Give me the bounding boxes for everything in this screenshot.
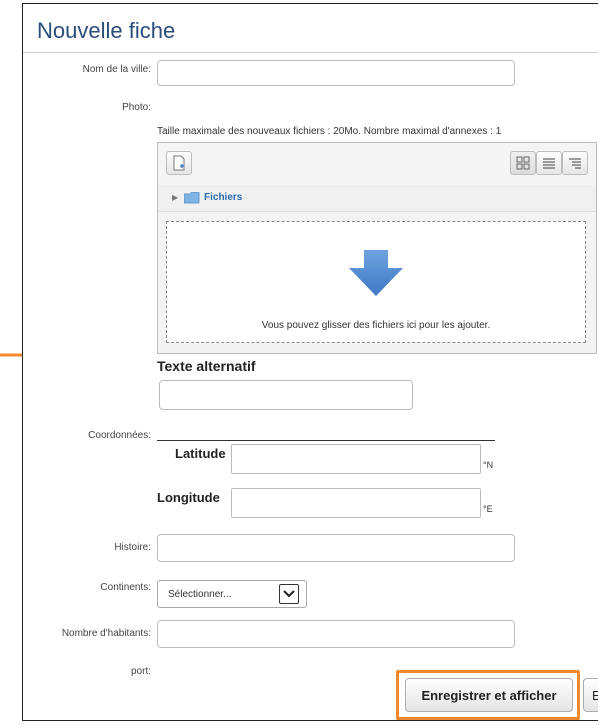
latitude-unit: °N (483, 460, 494, 470)
tree-view-icon (569, 158, 581, 169)
port-label: port: (130, 666, 151, 677)
dropzone-text: Vous pouvez glisser des fichiers ici pou… (261, 320, 491, 331)
continents-selected-value: Sélectionner... (168, 589, 232, 600)
down-arrow-icon (349, 250, 403, 296)
longitude-input[interactable] (231, 488, 481, 518)
chevron-down-icon[interactable] (279, 584, 299, 604)
latitude-label: Latitude (175, 446, 226, 461)
add-file-button[interactable] (166, 151, 192, 175)
coordinates-divider (157, 440, 495, 441)
longitude-unit: °E (483, 504, 493, 514)
coordinates-label: Coordonnées: (88, 430, 151, 441)
photo-upload-info: Taille maximale des nouveaux fichiers : … (157, 126, 502, 137)
folder-label[interactable]: Fichiers (204, 192, 242, 203)
file-picker: ▶ Fichiers Vous pouvez glisser des fichi… (157, 142, 597, 354)
population-input[interactable] (157, 620, 515, 648)
photo-label: Photo: (122, 102, 151, 113)
secondary-button[interactable]: E (583, 678, 598, 712)
latitude-input[interactable] (231, 444, 481, 474)
alt-text-label: Texte alternatif (157, 358, 256, 374)
save-and-show-button[interactable]: Enregistrer et afficher (405, 678, 573, 712)
city-name-input[interactable] (157, 60, 515, 86)
continents-select[interactable]: Sélectionner... (157, 580, 307, 608)
continents-label: Continents: (100, 582, 151, 593)
icons-view-icon (516, 156, 530, 170)
history-label: Histoire: (114, 542, 151, 553)
file-picker-toolbar (158, 143, 596, 186)
add-file-icon (173, 155, 185, 171)
folder-icon (184, 192, 200, 204)
city-name-label: Nom de la ville: (82, 64, 151, 75)
view-list-button[interactable] (536, 151, 562, 175)
form-frame: Nouvelle fiche Nom de la ville: Photo: T… (22, 3, 598, 721)
file-dropzone[interactable]: Vous pouvez glisser des fichiers ici pou… (166, 221, 586, 343)
population-label: Nombre d'habitants: (61, 628, 151, 639)
view-icons-button[interactable] (510, 151, 536, 175)
alt-text-input[interactable] (159, 380, 413, 410)
view-tree-button[interactable] (562, 151, 588, 175)
title-divider (23, 52, 598, 53)
longitude-label: Longitude (157, 490, 220, 505)
file-picker-path: ▶ Fichiers (158, 185, 596, 212)
page-title: Nouvelle fiche (37, 18, 176, 43)
list-view-icon (543, 158, 555, 169)
expand-triangle-icon[interactable]: ▶ (172, 193, 178, 202)
history-input[interactable] (157, 534, 515, 562)
